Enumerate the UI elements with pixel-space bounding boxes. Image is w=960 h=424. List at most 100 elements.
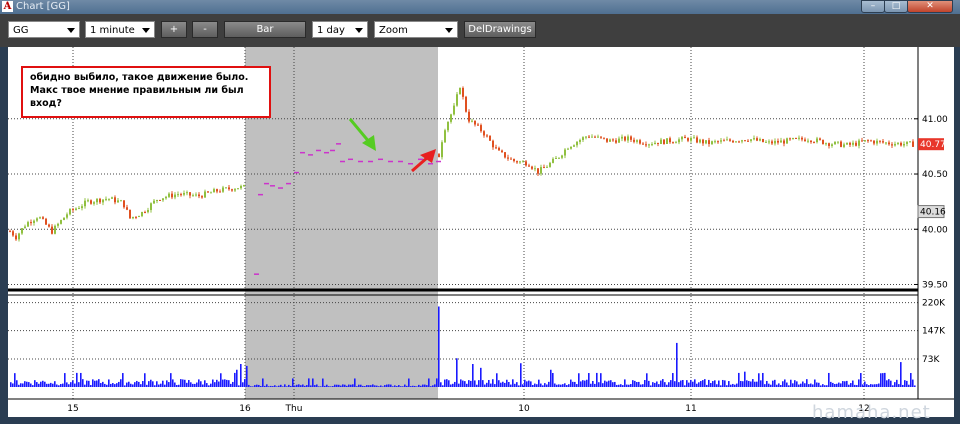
volume-bar [268, 386, 270, 387]
candle-body [702, 139, 704, 144]
volume-bar [430, 386, 432, 387]
premarket-print [270, 185, 275, 187]
volume-bar [902, 384, 904, 387]
price-volume-chart[interactable]: 41.00 40.50 40.00 39.50 220K 147K 73K 15 16 Thu… [8, 47, 954, 417]
bar-type-button[interactable]: Bar [224, 21, 306, 38]
candle-body [852, 142, 854, 145]
volume-bar [106, 384, 108, 387]
volume-bar [548, 381, 550, 387]
zoom-dropdown[interactable]: Zoom [374, 21, 458, 38]
volume-bar [570, 379, 572, 387]
volume-bar [208, 385, 210, 387]
candle-body [906, 141, 908, 144]
minimize-button[interactable]: – [861, 0, 885, 13]
symbol-dropdown[interactable]: GG [8, 21, 80, 38]
candle-body [615, 140, 617, 143]
volume-bar [656, 381, 658, 387]
volume-bar [644, 380, 646, 387]
volume-bar [874, 384, 876, 387]
candle-body [39, 217, 41, 219]
volume-bar [288, 384, 290, 387]
premarket-print [436, 160, 441, 163]
volume-bar [632, 380, 634, 387]
candle-body [81, 206, 83, 209]
volume-bar [812, 384, 814, 387]
volume-bar [824, 385, 826, 387]
volume-bar [228, 380, 230, 387]
candle-body [90, 200, 92, 204]
volume-bar [420, 385, 422, 387]
maximize-button[interactable]: □ [884, 0, 908, 13]
candle-body [129, 209, 131, 219]
volume-bar [846, 380, 848, 387]
volume-bar [860, 373, 862, 387]
volume-bar [518, 385, 520, 387]
chart-area[interactable]: 41.00 40.50 40.00 39.50 220K 147K 73K 15 16 Thu… [8, 47, 954, 417]
volume-tick-label: 147K [922, 327, 946, 337]
volume-bar [92, 379, 94, 387]
volume-bar [442, 385, 444, 387]
volume-bar [308, 378, 310, 387]
volume-bar [376, 385, 378, 387]
candle-body [714, 141, 716, 143]
candle-body [825, 143, 827, 145]
volume-bar [714, 380, 716, 387]
volume-bar [756, 381, 758, 387]
volume-bar [384, 385, 386, 387]
volume-bar [836, 383, 838, 387]
candle-body [24, 226, 26, 229]
volume-bar [850, 383, 852, 387]
candle-body [609, 139, 611, 142]
volume-bar [326, 384, 328, 387]
volume-bar [414, 385, 416, 387]
volume-bar [154, 385, 156, 387]
volume-bar [10, 382, 12, 387]
volume-bar [726, 385, 728, 387]
zoom-out-button[interactable]: - [192, 21, 218, 38]
candle-body [762, 139, 764, 143]
premarket-print [286, 182, 291, 185]
volume-bar [310, 385, 312, 387]
zoom-in-button[interactable]: + [161, 21, 187, 38]
volume-bar [554, 383, 556, 387]
close-button[interactable]: ✕ [907, 0, 953, 13]
volume-bar [334, 384, 336, 387]
volume-bar [530, 381, 532, 387]
candle-body [234, 189, 236, 191]
candle-body [549, 162, 551, 167]
volume-bar [456, 358, 458, 387]
volume-bar [888, 379, 890, 387]
volume-bar [448, 380, 450, 387]
volume-bar [406, 385, 408, 387]
volume-bar [716, 384, 718, 387]
del-drawings-button[interactable]: DelDrawings [464, 21, 536, 38]
candle-body [801, 137, 803, 140]
candle-body [771, 141, 773, 144]
candle-body [213, 189, 215, 193]
volume-bar [618, 384, 620, 387]
volume-bar [546, 384, 548, 387]
candle-body [861, 140, 863, 142]
candle-body [96, 198, 98, 203]
volume-bar [150, 379, 152, 387]
premarket-print [278, 187, 283, 189]
candle-body [171, 193, 173, 198]
volume-bar [664, 382, 666, 387]
candle-body [558, 157, 560, 159]
volume-bar [640, 384, 642, 387]
volume-bar [400, 386, 402, 387]
volume-bar [880, 373, 882, 387]
volume-bar [780, 385, 782, 387]
candle-body [198, 194, 200, 197]
candle-body [93, 202, 95, 204]
price-tick-label: 41.00 [922, 115, 948, 125]
interval-dropdown[interactable]: 1 minute [85, 21, 155, 38]
volume-bar [740, 380, 742, 387]
candle-body [474, 120, 476, 125]
candle-body [120, 200, 122, 202]
volume-bar [168, 382, 170, 387]
volume-bar [164, 384, 166, 387]
candle-body [597, 136, 599, 138]
candle-body [912, 141, 914, 147]
period-dropdown[interactable]: 1 day [312, 21, 368, 38]
